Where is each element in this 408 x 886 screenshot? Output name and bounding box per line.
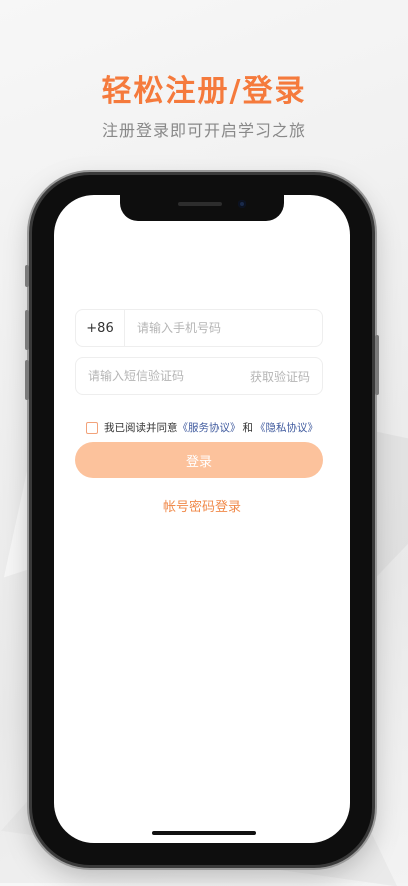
sms-code-field: 获取验证码 — [75, 357, 323, 395]
sms-code-input[interactable] — [76, 369, 250, 383]
agreement-checkbox[interactable] — [86, 421, 98, 434]
agreement-text: 我已阅读并同意 — [104, 422, 178, 434]
password-login-link[interactable]: 帐号密码登录 — [54, 496, 350, 515]
privacy-agreement-link[interactable]: 《隐私协议》 — [255, 420, 318, 435]
country-code[interactable]: +86 — [76, 310, 125, 346]
phone-volume-up-button — [25, 310, 29, 350]
login-button[interactable]: 登录 — [75, 442, 323, 478]
camera-icon — [238, 200, 246, 208]
get-code-button[interactable]: 获取验证码 — [250, 368, 322, 385]
page-subtitle: 注册登录即可开启学习之旅 — [101, 121, 306, 140]
phone-volume-down-button — [25, 360, 29, 400]
agreement-and-text: 和 — [242, 422, 254, 434]
phone-frame: +86 获取验证码 我已阅读并同意 《服务协议》 和 《隐私协议》 登录 帐号密… — [25, 175, 379, 865]
phone-side-button — [25, 265, 29, 287]
speaker-grille — [178, 202, 222, 206]
phone-input[interactable] — [125, 321, 322, 335]
phone-number-field: +86 — [75, 309, 323, 347]
service-agreement-link[interactable]: 《服务协议》 — [178, 420, 241, 435]
phone-screen: +86 获取验证码 我已阅读并同意 《服务协议》 和 《隐私协议》 登录 帐号密… — [54, 195, 350, 843]
phone-power-button — [375, 335, 379, 395]
page-title: 轻松注册/登录 — [101, 74, 307, 109]
home-indicator — [152, 831, 256, 835]
phone-notch — [120, 195, 284, 221]
agreement-row: 我已阅读并同意 《服务协议》 和 《隐私协议》 — [86, 420, 318, 435]
